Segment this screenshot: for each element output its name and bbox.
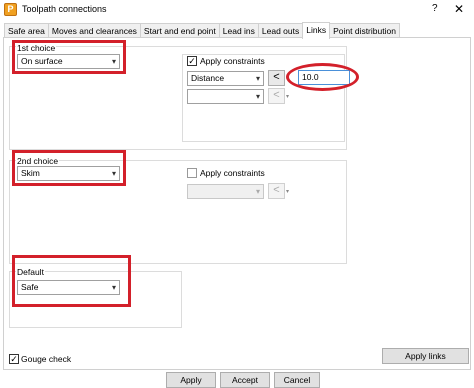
highlight-second-choice <box>12 150 126 186</box>
highlight-default <box>12 255 131 307</box>
second-apply-constraints-checkbox[interactable] <box>187 168 197 178</box>
app-icon: P <box>4 3 17 16</box>
chevron-down-icon: ▾ <box>255 92 260 101</box>
tab-start-and-end-point[interactable]: Start and end point <box>139 23 220 38</box>
check-icon: ✓ <box>10 354 18 364</box>
cancel-button[interactable]: Cancel <box>274 372 320 388</box>
tab-safe-area[interactable]: Safe area <box>4 23 49 38</box>
chevron-down-icon: ▾ <box>286 94 290 100</box>
second-constraint1-operator-button[interactable]: < <box>268 183 285 199</box>
first-constraint1-dropdown[interactable]: Distance ▾ <box>187 71 264 86</box>
check-icon: ✓ <box>188 56 196 66</box>
title-bar: P Toolpath connections ? ✕ <box>0 0 474 20</box>
first-constraint2-dropdown[interactable]: ▾ <box>187 89 264 104</box>
tab-lead-outs[interactable]: Lead outs <box>257 23 304 38</box>
close-button[interactable]: ✕ <box>454 2 464 16</box>
chevron-down-icon: ▾ <box>286 189 290 195</box>
tab-moves-and-clearances[interactable]: Moves and clearances <box>47 23 141 38</box>
gouge-check-checkbox[interactable]: ✓ <box>9 354 19 364</box>
help-button[interactable]: ? <box>432 3 438 14</box>
first-constraint2-operator-button[interactable]: < <box>268 88 285 104</box>
first-apply-constraints-label: Apply constraints <box>200 56 265 66</box>
second-apply-constraints-label: Apply constraints <box>200 168 265 178</box>
apply-button[interactable]: Apply <box>166 372 216 388</box>
gouge-check-label: Gouge check <box>21 354 72 364</box>
highlight-first-choice <box>12 40 126 74</box>
second-constraint1-dropdown[interactable]: ▾ <box>187 184 264 199</box>
tab-strip: Safe area Moves and clearances Start and… <box>4 22 400 39</box>
chevron-down-icon: ▾ <box>255 74 260 83</box>
window-title: Toolpath connections <box>22 4 107 14</box>
first-constraint1-operator-button[interactable]: < <box>268 70 285 86</box>
tab-point-distribution[interactable]: Point distribution <box>329 23 400 38</box>
first-constraint1-value: Distance <box>191 73 225 83</box>
first-apply-constraints-checkbox[interactable]: ✓ <box>187 56 197 66</box>
tab-lead-ins[interactable]: Lead ins <box>218 23 259 38</box>
accept-button[interactable]: Accept <box>220 372 270 388</box>
highlight-amount <box>286 63 359 91</box>
chevron-down-icon: ▾ <box>255 187 260 196</box>
tab-links[interactable]: Links <box>302 22 331 39</box>
apply-links-button[interactable]: Apply links <box>382 348 469 364</box>
